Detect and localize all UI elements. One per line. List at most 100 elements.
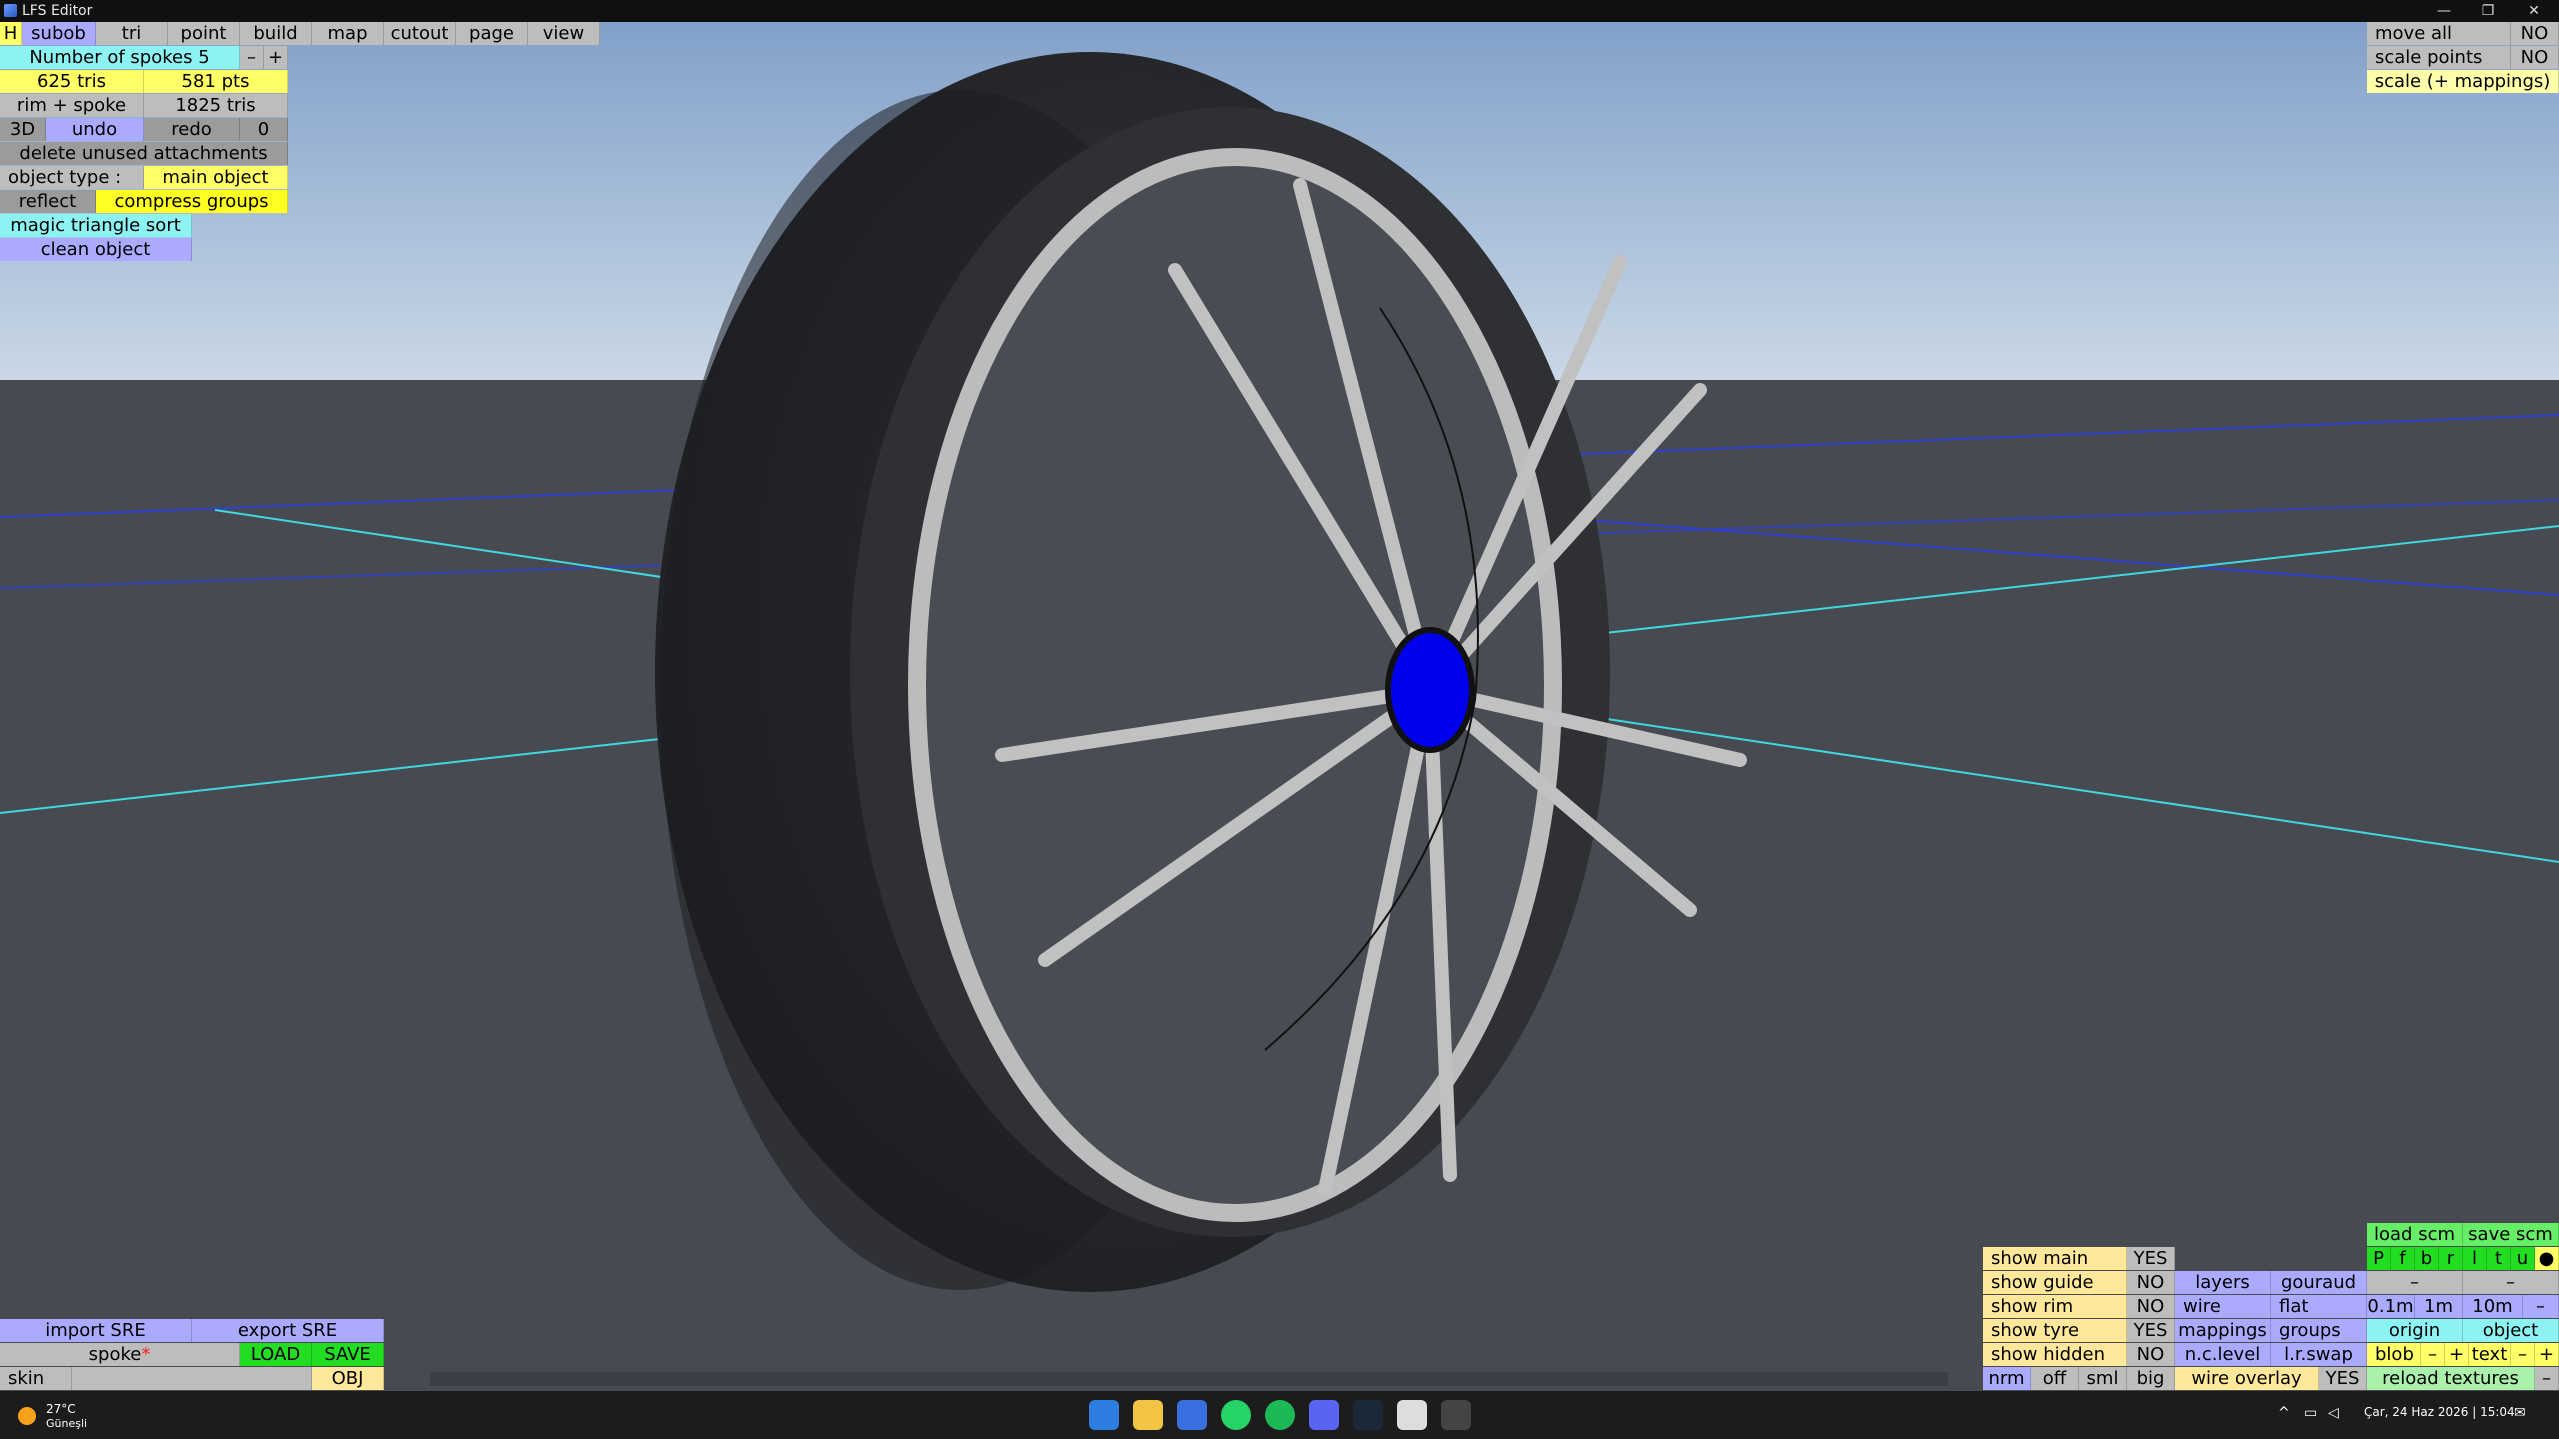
steam-icon[interactable] <box>1353 1400 1383 1430</box>
skin-field[interactable] <box>72 1367 312 1390</box>
reflect-button[interactable]: reflect <box>0 190 96 213</box>
whatsapp-icon[interactable] <box>1221 1400 1251 1430</box>
spotify-icon[interactable] <box>1265 1400 1295 1430</box>
export-sre-button[interactable]: export SRE <box>192 1319 384 1342</box>
lr-swap-button[interactable]: l.r.swap <box>2271 1343 2367 1366</box>
menu-build[interactable]: build <box>240 22 312 45</box>
wire-button[interactable]: wire <box>2175 1295 2271 1318</box>
text-label: text <box>2469 1343 2511 1366</box>
viewport-3d[interactable] <box>0 0 2559 1439</box>
menu-cutout[interactable]: cutout <box>384 22 456 45</box>
menu-subob[interactable]: subob <box>22 22 96 45</box>
text-plus-button[interactable]: + <box>2535 1343 2559 1366</box>
show-main-toggle[interactable]: YES <box>2127 1247 2175 1270</box>
off-button[interactable]: off <box>2031 1367 2079 1390</box>
nc-level-button[interactable]: n.c.level <box>2175 1343 2271 1366</box>
blob-minus-button[interactable]: – <box>2421 1343 2445 1366</box>
object-type-value[interactable]: main object <box>144 166 288 189</box>
load-scm-button[interactable]: load scm <box>2367 1223 2463 1246</box>
menu-page[interactable]: page <box>456 22 528 45</box>
delete-unused-attachments-button[interactable]: delete unused attachments <box>0 142 288 165</box>
menu-point[interactable]: point <box>168 22 240 45</box>
start-icon[interactable] <box>1089 1400 1119 1430</box>
save-button[interactable]: SAVE <box>312 1343 384 1366</box>
volume-icon[interactable]: ◁ <box>2328 1405 2339 1421</box>
dash-cell-2: – <box>2463 1271 2559 1294</box>
menu-tri[interactable]: tri <box>96 22 168 45</box>
discord-icon[interactable] <box>1309 1400 1339 1430</box>
scale-mappings-button[interactable]: scale (+ mappings) <box>2367 70 2559 93</box>
view-b-button[interactable]: b <box>2415 1247 2439 1270</box>
view-r-button[interactable]: r <box>2439 1247 2463 1270</box>
sun-icon <box>18 1407 36 1425</box>
load-button[interactable]: LOAD <box>240 1343 312 1366</box>
show-rim-toggle[interactable]: NO <box>2127 1295 2175 1318</box>
close-icon[interactable]: ✕ <box>2514 0 2554 22</box>
object-button[interactable]: object <box>2463 1319 2559 1342</box>
show-guide-toggle[interactable]: NO <box>2127 1271 2175 1294</box>
show-hidden-label: show hidden <box>1983 1343 2127 1366</box>
gouraud-button[interactable]: gouraud <box>2271 1271 2367 1294</box>
layers-button[interactable]: layers <box>2175 1271 2271 1294</box>
hub[interactable] <box>1385 627 1475 753</box>
grid-10m-button[interactable]: 10m <box>2463 1295 2523 1318</box>
wire-overlay-toggle[interactable]: YES <box>2319 1367 2367 1390</box>
reload-minus-button[interactable]: – <box>2535 1367 2559 1390</box>
sml-button[interactable]: sml <box>2079 1367 2127 1390</box>
mode-3d-button[interactable]: 3D <box>0 118 46 141</box>
import-sre-button[interactable]: import SRE <box>0 1319 192 1342</box>
menu-h[interactable]: H <box>0 22 22 45</box>
show-hidden-toggle[interactable]: NO <box>2127 1343 2175 1366</box>
restore-icon[interactable]: ❐ <box>2468 0 2508 22</box>
spoke-file-label: spoke* <box>0 1343 240 1366</box>
spokes-plus-button[interactable]: + <box>264 46 288 69</box>
file-explorer-icon[interactable] <box>1133 1400 1163 1430</box>
grid-minus-button[interactable]: – <box>2523 1295 2559 1318</box>
wire-overlay-label: wire overlay <box>2175 1367 2319 1390</box>
app-icon-blue[interactable] <box>1177 1400 1207 1430</box>
redo-button[interactable]: redo <box>144 118 240 141</box>
menu-view[interactable]: view <box>528 22 600 45</box>
grid-0-1m-button[interactable]: 0.1m <box>2367 1295 2415 1318</box>
tray-chevron-icon[interactable]: ^ <box>2278 1405 2290 1421</box>
view-f-button[interactable]: f <box>2391 1247 2415 1270</box>
view-t-button[interactable]: t <box>2487 1247 2511 1270</box>
view-u-button[interactable]: u <box>2511 1247 2535 1270</box>
minimize-icon[interactable]: — <box>2424 0 2464 22</box>
dash-cell-1: – <box>2367 1271 2463 1294</box>
origin-button[interactable]: origin <box>2367 1319 2463 1342</box>
flat-button[interactable]: flat <box>2271 1295 2367 1318</box>
blob-plus-button[interactable]: + <box>2445 1343 2469 1366</box>
spoke-name: spoke <box>88 1344 142 1365</box>
notification-icon[interactable]: ✉ <box>2514 1405 2526 1421</box>
nrm-button[interactable]: nrm <box>1983 1367 2031 1390</box>
save-scm-button[interactable]: save scm <box>2463 1223 2559 1246</box>
move-all-toggle[interactable]: NO <box>2511 22 2559 45</box>
view-dot-button[interactable]: ● <box>2535 1247 2559 1270</box>
grid-1m-button[interactable]: 1m <box>2415 1295 2463 1318</box>
spokes-minus-button[interactable]: – <box>240 46 264 69</box>
network-icon[interactable]: ▭ <box>2304 1405 2317 1421</box>
text-minus-button[interactable]: – <box>2511 1343 2535 1366</box>
reload-textures-button[interactable]: reload textures <box>2367 1367 2535 1390</box>
weather-widget[interactable]: 27°C Güneşli <box>16 1401 136 1431</box>
mappings-button[interactable]: mappings <box>2175 1319 2271 1342</box>
app-icon <box>4 4 17 17</box>
show-tyre-toggle[interactable]: YES <box>2127 1319 2175 1342</box>
big-button[interactable]: big <box>2127 1367 2175 1390</box>
clean-object-button[interactable]: clean object <box>0 238 192 261</box>
compress-groups-button[interactable]: compress groups <box>96 190 288 213</box>
lfs-editor-taskbar-icon[interactable] <box>1441 1400 1471 1430</box>
magic-triangle-sort-button[interactable]: magic triangle sort <box>0 214 192 237</box>
scale-points-toggle[interactable]: NO <box>2511 46 2559 69</box>
view-p-button[interactable]: P <box>2367 1247 2391 1270</box>
groups-button[interactable]: groups <box>2271 1319 2367 1342</box>
menu-map[interactable]: map <box>312 22 384 45</box>
horizontal-scrollbar[interactable] <box>430 1372 1948 1386</box>
taskbar-clock[interactable]: Çar, 24 Haz 2026 | 15:04 <box>2364 1405 2515 1419</box>
undo-button[interactable]: undo <box>46 118 144 141</box>
obj-button[interactable]: OBJ <box>312 1367 384 1390</box>
app-icon-white[interactable] <box>1397 1400 1427 1430</box>
view-l-button[interactable]: l <box>2463 1247 2487 1270</box>
skin-label: skin <box>0 1367 72 1390</box>
